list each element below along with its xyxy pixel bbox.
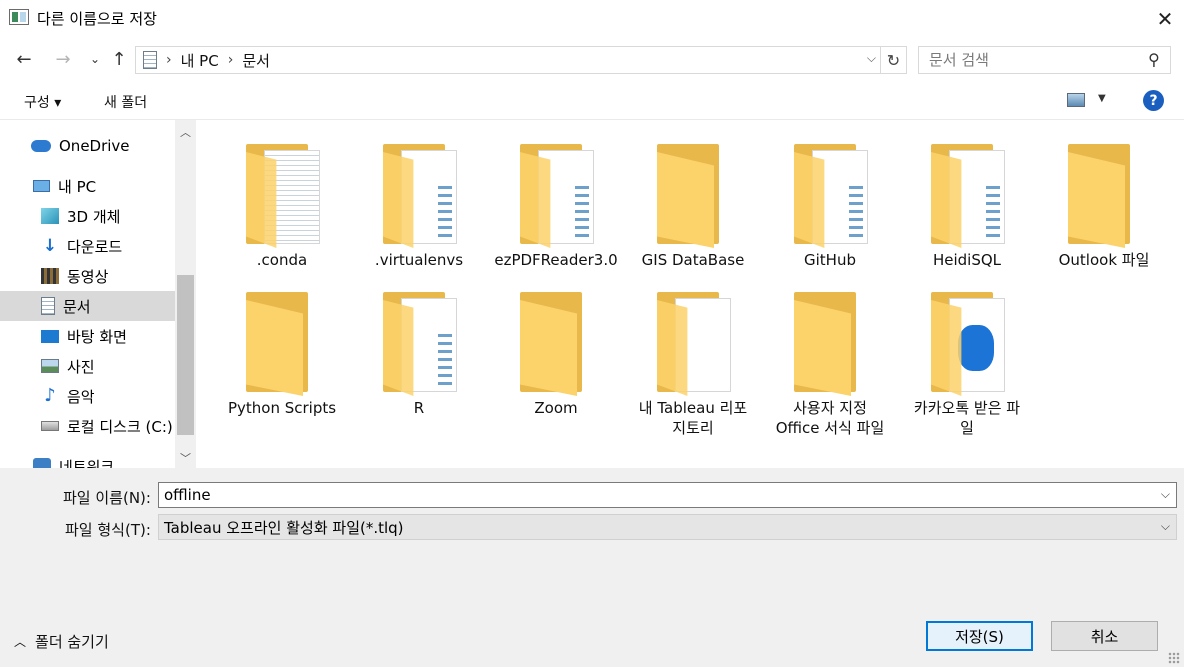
navigation-bar: ← → ⌄ ↑ › 내 PC › 문서 ⌵ ↻ ⚲ [0, 38, 1184, 82]
download-arrow-icon: ↓ [42, 236, 58, 256]
pc-icon [33, 180, 50, 192]
filename-field[interactable]: offline ⌵ [158, 482, 1177, 508]
view-dropdown-chevron-icon[interactable]: ▼ [1098, 93, 1106, 104]
3d-objects-icon [41, 208, 59, 224]
hide-folders-toggle[interactable]: ︿ 폴더 숨기기 [14, 631, 109, 652]
document-icon [41, 297, 55, 315]
drive-icon [41, 421, 59, 431]
folder-icon [794, 144, 870, 248]
sidebar-item-network[interactable]: 네트워크 [0, 451, 175, 468]
up-arrow-icon[interactable]: ↑ [106, 46, 132, 72]
folder-icon [657, 144, 733, 248]
folder-item-zoom[interactable]: Zoom [490, 270, 622, 420]
sidebar-item-videos[interactable]: 동영상 [0, 261, 175, 291]
folder-item-conda[interactable]: .conda [216, 122, 348, 272]
filetype-dropdown-chevron-icon[interactable]: ⌵ [1161, 519, 1170, 534]
breadcrumb-documents[interactable]: 문서 [242, 50, 270, 71]
recent-locations-chevron-icon[interactable]: ⌄ [82, 46, 108, 72]
sidebar-item-onedrive[interactable]: OneDrive [0, 131, 175, 161]
search-box[interactable]: ⚲ [918, 46, 1171, 74]
folder-icon [246, 292, 322, 396]
scroll-down-chevron-icon[interactable]: ﹀ [175, 448, 196, 468]
sidebar-item-desktop[interactable]: 바탕 화면 [0, 321, 175, 351]
file-list-pane: .conda .virtualenvs ezPDFReader3.0 GIS D… [196, 120, 1184, 468]
title-bar: 다른 이름으로 저장 ✕ [0, 0, 1184, 38]
close-icon[interactable]: ✕ [1146, 0, 1184, 38]
refresh-icon[interactable]: ↻ [880, 47, 906, 73]
filename-label: 파일 이름(N): [63, 489, 151, 507]
folder-icon [1068, 144, 1144, 248]
filetype-value[interactable]: Tableau 오프라인 활성화 파일(*.tlq) [164, 517, 404, 538]
desktop-icon [41, 329, 59, 343]
view-mode-icon[interactable] [1067, 93, 1085, 107]
back-arrow-icon[interactable]: ← [11, 46, 37, 72]
sidebar-item-pictures[interactable]: 사진 [0, 351, 175, 381]
folder-item-kakaotalk-received[interactable]: 카카오톡 받은 파 일 [901, 270, 1033, 437]
breadcrumb-my-pc[interactable]: 내 PC [181, 50, 219, 71]
folder-icon [520, 144, 596, 248]
document-folder-icon [143, 51, 157, 69]
folder-icon [246, 144, 322, 248]
sidebar-item-3d-objects[interactable]: 3D 개체 [0, 201, 175, 231]
window-title: 다른 이름으로 저장 [37, 10, 157, 28]
command-bar: 구성 ▾ 새 폴더 ▼ [0, 82, 1184, 120]
folder-item-ezpdfreader[interactable]: ezPDFReader3.0 [490, 122, 622, 272]
save-button[interactable]: 저장(S) [926, 621, 1033, 651]
scroll-up-chevron-icon[interactable]: ︿ [175, 122, 196, 142]
folder-item-outlook[interactable]: Outlook 파일 [1038, 122, 1170, 272]
search-icon[interactable]: ⚲ [1148, 50, 1160, 69]
filename-dropdown-chevron-icon[interactable]: ⌵ [1161, 487, 1170, 502]
sidebar-item-documents[interactable]: 문서 [0, 291, 175, 321]
network-icon [33, 458, 51, 468]
sidebar-item-downloads[interactable]: ↓ 다운로드 [0, 231, 175, 261]
app-window-icon [9, 9, 29, 25]
chevron-up-icon: ︿ [14, 635, 27, 649]
folder-item-heidisql[interactable]: HeidiSQL [901, 122, 1033, 272]
sidebar-scrollbar[interactable]: ︿ ﹀ [175, 120, 196, 468]
folder-icon [383, 292, 459, 396]
sidebar-item-music[interactable]: ♪ 음악 [0, 381, 175, 411]
navigation-pane: OneDrive 내 PC 3D 개체 ↓ 다운로드 동영상 문서 바탕 화면 … [0, 120, 196, 468]
music-note-icon: ♪ [44, 385, 56, 406]
organize-menu-button[interactable]: 구성 ▾ [24, 92, 61, 112]
resize-grip-icon[interactable] [1168, 652, 1180, 664]
pictures-icon [41, 359, 59, 373]
folder-item-virtualenvs[interactable]: .virtualenvs [353, 122, 485, 272]
help-icon[interactable]: ? [1143, 90, 1164, 111]
folder-icon [931, 292, 1007, 396]
folder-icon [657, 292, 733, 396]
folder-icon [383, 144, 459, 248]
scrollbar-thumb[interactable] [177, 275, 194, 435]
video-film-icon [41, 268, 59, 284]
new-folder-button[interactable]: 새 폴더 [104, 92, 147, 112]
folder-item-gis-database[interactable]: GIS DataBase [627, 122, 759, 272]
folder-item-r[interactable]: R [353, 270, 485, 420]
folder-item-github[interactable]: GitHub [764, 122, 896, 272]
address-dropdown-chevron-icon[interactable]: ⌵ [867, 51, 876, 66]
filename-value[interactable]: offline [164, 486, 211, 504]
search-input[interactable] [919, 47, 1129, 73]
folder-item-custom-office-templates[interactable]: 사용자 지정 Office 서식 파일 [764, 270, 896, 437]
sidebar-item-my-pc[interactable]: 내 PC [0, 171, 175, 201]
hide-folders-label: 폴더 숨기기 [35, 633, 109, 651]
filetype-select[interactable]: Tableau 오프라인 활성화 파일(*.tlq) ⌵ [158, 514, 1177, 540]
breadcrumb-separator-icon[interactable]: › [228, 52, 234, 68]
folder-icon [520, 292, 596, 396]
forward-arrow-icon[interactable]: → [50, 46, 76, 72]
onedrive-cloud-icon [31, 140, 51, 152]
address-bar[interactable]: › 내 PC › 문서 ⌵ ↻ [135, 46, 907, 74]
folder-icon [794, 292, 870, 396]
breadcrumb-separator-icon[interactable]: › [166, 52, 172, 68]
folder-item-tableau-repository[interactable]: 내 Tableau 리포 지토리 [627, 270, 759, 437]
cancel-button[interactable]: 취소 [1051, 621, 1158, 651]
folder-icon [931, 144, 1007, 248]
sidebar-item-local-disk[interactable]: 로컬 디스크 (C:) [0, 411, 175, 441]
folder-item-python-scripts[interactable]: Python Scripts [216, 270, 348, 420]
filetype-label: 파일 형식(T): [65, 521, 151, 539]
